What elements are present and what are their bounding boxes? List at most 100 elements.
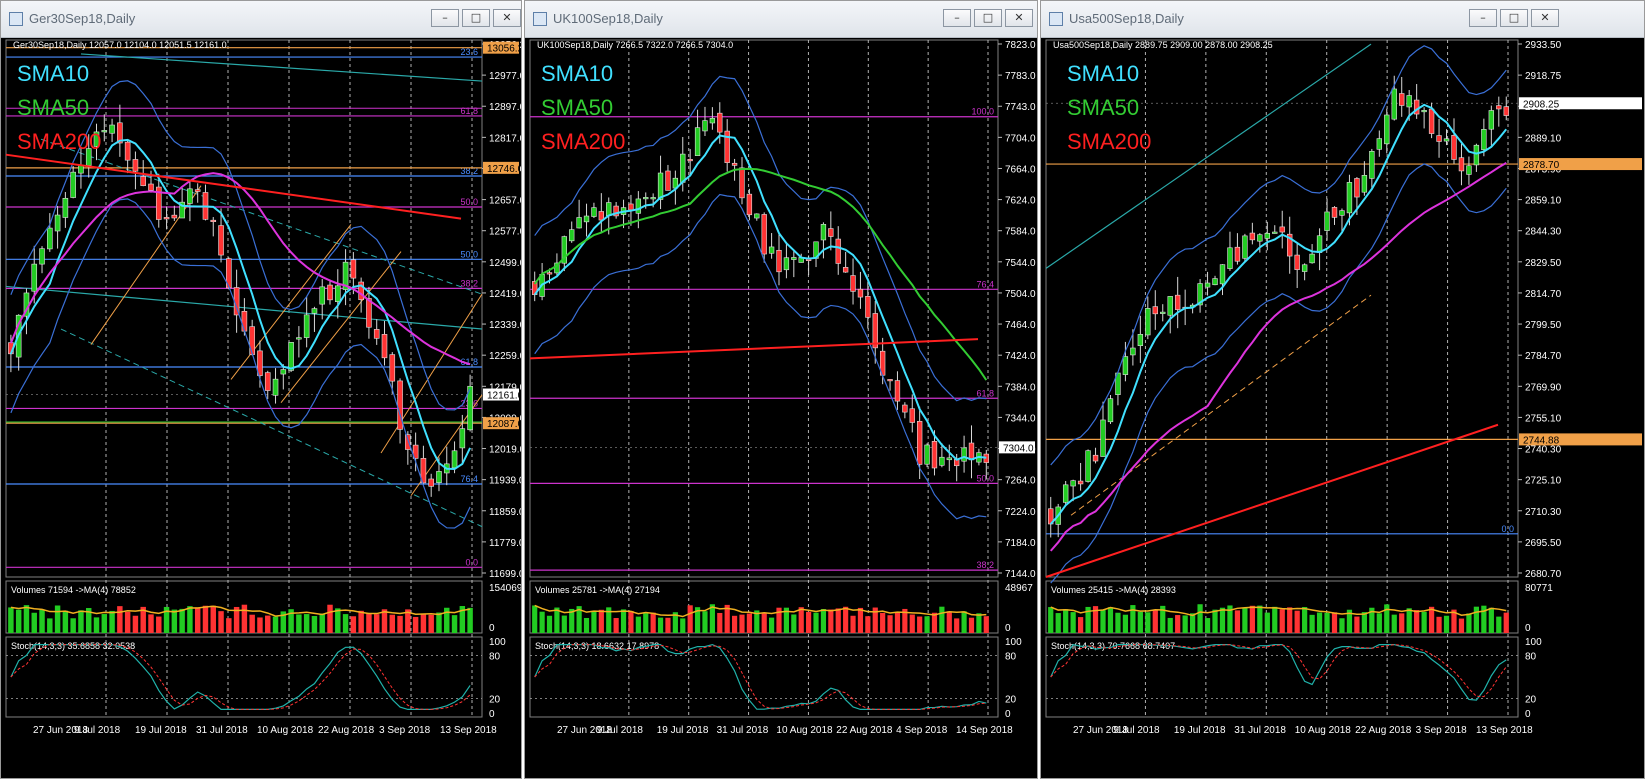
price-axis-label: 11939.0 bbox=[489, 476, 521, 487]
candle-body bbox=[1443, 138, 1450, 142]
date-tick-label: 31 Jul 2018 bbox=[717, 725, 769, 736]
chart-canvas[interactable]: 27 Jun 20189 Jul 2018 19 Jul 2018 31 Jul 2… bbox=[1041, 37, 1644, 778]
candle-body bbox=[842, 267, 849, 273]
price-axis-label: 2755.10 bbox=[1525, 413, 1562, 424]
chart-window-ger30[interactable]: Ger30Sep18,Daily – □ ✕ 27 Jun 2018 9 Jul … bbox=[0, 0, 522, 779]
price-axis-label: 12817.0 bbox=[489, 133, 521, 144]
chart-window-uk100[interactable]: UK100Sep18,Daily – □ ✕ 27 Jun 2018 9 Jul … bbox=[524, 0, 1038, 779]
legend-sma10: SMA10 bbox=[17, 61, 89, 86]
candle-body bbox=[1160, 311, 1166, 314]
stochastic-d-line bbox=[1050, 644, 1507, 698]
volume-bar bbox=[894, 612, 901, 633]
volume-bar bbox=[946, 611, 952, 633]
stochastic-k-line bbox=[534, 643, 987, 711]
volume-bar bbox=[1443, 615, 1450, 633]
volume-bar bbox=[47, 618, 53, 633]
volume-bar bbox=[739, 614, 745, 633]
volume-bar bbox=[546, 615, 553, 633]
price-axis-label: 7783.0 bbox=[1005, 71, 1036, 82]
volume-bar bbox=[657, 617, 664, 633]
price-tag-label: 13056.2 bbox=[487, 44, 521, 55]
candle-body bbox=[931, 441, 938, 469]
volume-bar bbox=[909, 614, 915, 633]
date-tick-label: 10 Aug 2018 bbox=[257, 725, 314, 736]
maximize-button[interactable]: □ bbox=[974, 9, 1002, 27]
fibonacci-level-label: 38.2 bbox=[976, 560, 994, 570]
date-tick-label: 9 Jul 2018 bbox=[1113, 725, 1160, 736]
volume-bar bbox=[54, 605, 61, 633]
volume-bar bbox=[78, 610, 84, 633]
volume-bar bbox=[1219, 607, 1226, 633]
sma200-line bbox=[529, 338, 979, 360]
volume-bar bbox=[194, 607, 201, 633]
maximize-button[interactable]: □ bbox=[1500, 9, 1528, 27]
window-titlebar[interactable]: Ger30Sep18,Daily – □ ✕ bbox=[1, 1, 521, 38]
volume-bar bbox=[976, 613, 982, 633]
candle-body bbox=[924, 444, 930, 465]
candle-body bbox=[857, 288, 864, 298]
close-button[interactable]: ✕ bbox=[493, 9, 521, 27]
date-tick-label: 3 Sep 2018 bbox=[1416, 725, 1468, 736]
candle-body bbox=[1473, 144, 1480, 166]
candle-body bbox=[1070, 480, 1076, 487]
volume-bar bbox=[1473, 606, 1480, 633]
window-titlebar[interactable]: Usa500Sep18,Daily – □ ✕ bbox=[1041, 1, 1644, 38]
candle-body bbox=[47, 227, 53, 250]
candle-body bbox=[1421, 110, 1427, 113]
volume-bar bbox=[1182, 615, 1188, 633]
candle-body bbox=[1107, 398, 1114, 423]
candle-body bbox=[303, 314, 310, 338]
candle-body bbox=[459, 428, 466, 449]
candle-body bbox=[171, 214, 178, 219]
close-button[interactable]: ✕ bbox=[1005, 9, 1033, 27]
volume-bar bbox=[968, 617, 975, 633]
sma10-line bbox=[533, 134, 987, 461]
price-axis-label: 2829.50 bbox=[1525, 258, 1562, 269]
candle-body bbox=[428, 478, 434, 487]
window-titlebar[interactable]: UK100Sep18,Daily – □ ✕ bbox=[525, 1, 1037, 38]
volume-bar bbox=[15, 609, 22, 633]
candle-body bbox=[335, 285, 341, 302]
volume-bar bbox=[296, 614, 302, 633]
minimize-button[interactable]: – bbox=[1469, 9, 1497, 27]
candle-body bbox=[1249, 232, 1256, 241]
date-tick-label: 13 Sep 2018 bbox=[1476, 725, 1533, 736]
candle-body bbox=[583, 215, 590, 223]
volume-bar bbox=[850, 615, 856, 633]
minimize-button[interactable]: – bbox=[431, 9, 459, 27]
volume-bar bbox=[806, 611, 812, 633]
date-tick-label: 31 Jul 2018 bbox=[196, 725, 248, 736]
candle-body bbox=[702, 120, 708, 132]
stochastic-axis-label: 80 bbox=[1525, 651, 1537, 662]
date-tick-label: 4 Sep 2018 bbox=[896, 725, 948, 736]
candle-body bbox=[187, 188, 193, 204]
sma50-line bbox=[1049, 162, 1507, 552]
volume-bar bbox=[1077, 617, 1084, 633]
volume-bar bbox=[210, 605, 216, 633]
fibonacci-level-label: 61.8 bbox=[460, 106, 478, 116]
price-axis-label: 12259.0 bbox=[489, 351, 521, 362]
channel-line bbox=[380, 293, 483, 454]
window-title: Usa500Sep18,Daily bbox=[1069, 11, 1184, 26]
legend-sma50: SMA50 bbox=[1067, 95, 1139, 120]
close-button[interactable]: ✕ bbox=[1531, 9, 1559, 27]
candle-body bbox=[1376, 138, 1383, 150]
chart-canvas[interactable]: 27 Jun 20189 Jul 2018 19 Jul 2018 31 Jul 2… bbox=[525, 37, 1037, 778]
candle-body bbox=[109, 124, 115, 134]
candle-body bbox=[366, 298, 372, 328]
candle-body bbox=[680, 153, 686, 183]
volume-bar bbox=[1204, 618, 1211, 633]
chart-canvas[interactable]: 27 Jun 20189 Jul 2018 19 Jul 2018 31 Jul 2… bbox=[1, 37, 521, 778]
candle-body bbox=[887, 379, 893, 382]
maximize-button[interactable]: □ bbox=[462, 9, 490, 27]
price-axis-label: 2680.70 bbox=[1525, 569, 1562, 580]
candle-body bbox=[1458, 157, 1465, 172]
price-axis-label: 2889.10 bbox=[1525, 133, 1562, 144]
chart-window-usa500[interactable]: Usa500Sep18,Daily – □ ✕ 27 Jun 2018 9 Jul… bbox=[1040, 0, 1645, 779]
volume-header-label: Volumes 25781 ->MA(4) 27194 bbox=[535, 585, 660, 595]
volume-bar bbox=[887, 615, 893, 633]
candle-body bbox=[451, 450, 458, 469]
minimize-button[interactable]: – bbox=[943, 9, 971, 27]
volume-bar bbox=[319, 613, 325, 633]
candle-body bbox=[546, 272, 553, 275]
